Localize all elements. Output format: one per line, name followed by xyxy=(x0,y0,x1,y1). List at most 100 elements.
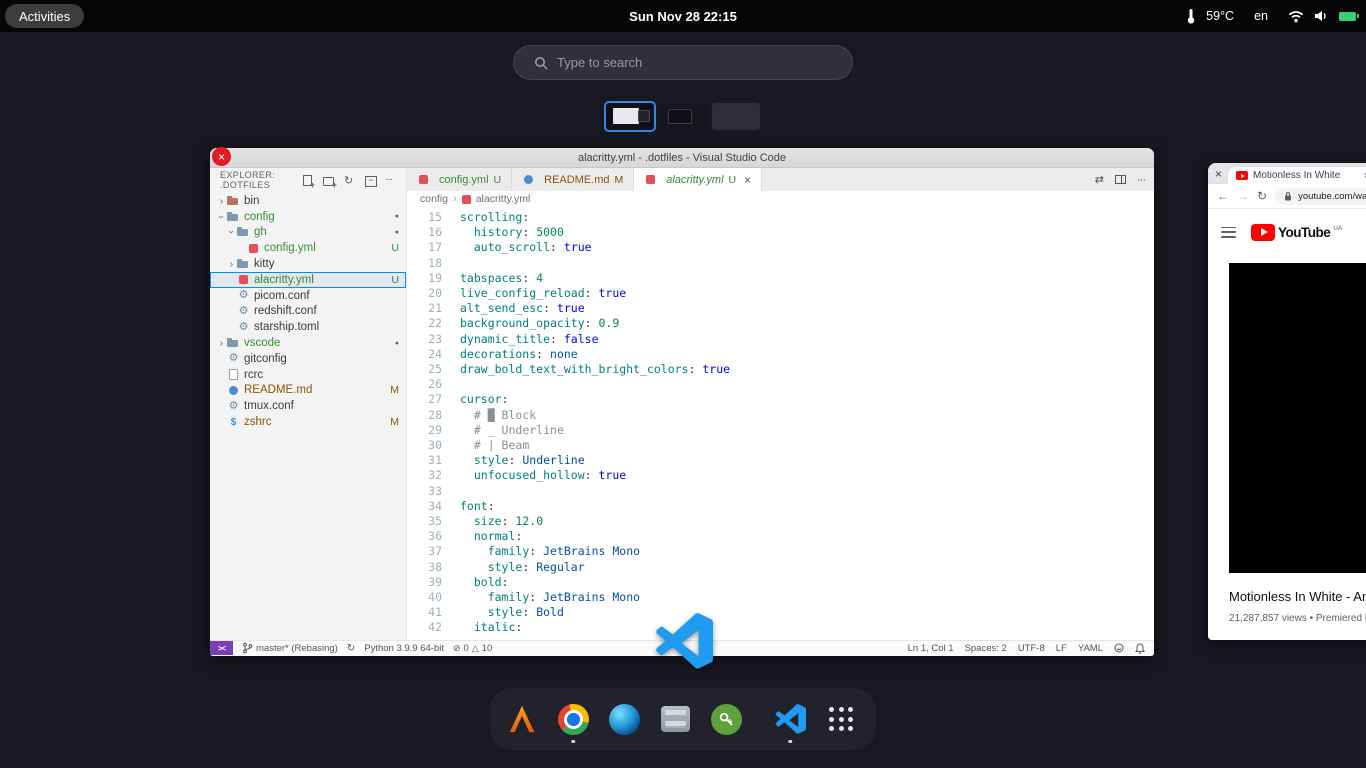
address-bar[interactable]: youtube.com/wa xyxy=(1275,188,1366,205)
status-area: 59°C en xyxy=(1186,0,1356,32)
dock-item-chrome[interactable] xyxy=(556,702,590,736)
code-line: 26 xyxy=(407,377,1154,392)
video-title: Motionless In White - Anot xyxy=(1229,589,1366,604)
overview-search[interactable] xyxy=(513,45,853,80)
git-branch-item[interactable]: master* (Rebasing) xyxy=(242,642,338,654)
tree-item-rcrc[interactable]: rcrc xyxy=(210,367,406,383)
explorer-header: EXPLORER: .DOTFILES xyxy=(210,168,406,192)
tree-item-picom.conf[interactable]: picom.conf xyxy=(210,288,406,304)
reload-icon[interactable]: ↻ xyxy=(1257,189,1267,203)
workspace-thumbnail-1[interactable] xyxy=(606,103,654,130)
remote-indicator[interactable]: >< xyxy=(210,641,233,655)
folder-icon xyxy=(227,195,240,207)
apps-grid-icon xyxy=(829,707,853,731)
tab-README.md[interactable]: README.mdM xyxy=(512,168,634,191)
indentation[interactable]: Spaces: 2 xyxy=(965,643,1007,654)
tree-item-kitty[interactable]: kitty xyxy=(210,256,406,272)
dock-item-alacritty[interactable] xyxy=(505,702,539,736)
gear-icon xyxy=(237,321,250,333)
refresh-explorer-icon[interactable] xyxy=(343,174,356,187)
dock-item-files[interactable] xyxy=(658,702,692,736)
close-window-vscode-icon[interactable] xyxy=(212,147,231,166)
dock-item-vscode[interactable] xyxy=(773,702,807,736)
line-number: 24 xyxy=(407,347,457,362)
tree-item-starship.toml[interactable]: starship.toml xyxy=(210,319,406,335)
close-tab-icon[interactable]: × xyxy=(744,173,751,187)
git-status-badge: ● xyxy=(395,213,399,220)
language-mode[interactable]: YAML xyxy=(1078,643,1103,654)
file-tree: binconfig●gh●config.ymlUkittyalacritty.y… xyxy=(210,192,406,640)
vscode-titlebar: alacritty.yml - .dotfiles - Visual Studi… xyxy=(210,148,1154,168)
forward-icon[interactable]: → xyxy=(1237,189,1249,203)
battery-icon xyxy=(1339,12,1356,21)
video-player[interactable] xyxy=(1229,263,1366,573)
split-editor-icon[interactable] xyxy=(1115,175,1126,184)
new-folder-icon[interactable] xyxy=(322,174,335,187)
tree-item-bin[interactable]: bin xyxy=(210,193,406,209)
gnome-overview: Activities Sun Nov 28 22:15 59°C en xyxy=(0,0,1366,768)
new-file-icon[interactable] xyxy=(301,174,314,187)
search-input[interactable] xyxy=(557,55,842,70)
temperature-indicator[interactable]: 59°C xyxy=(1186,8,1234,24)
tree-item-zshrc[interactable]: zshrcM xyxy=(210,414,406,430)
line-number: 23 xyxy=(407,332,457,347)
cursor-position[interactable]: Ln 1, Col 1 xyxy=(908,643,954,654)
encoding[interactable]: UTF-8 xyxy=(1018,643,1045,654)
tree-item-README.md[interactable]: README.mdM xyxy=(210,383,406,399)
tree-item-config.yml[interactable]: config.ymlU xyxy=(210,240,406,256)
gear-icon xyxy=(227,353,240,365)
breadcrumb-folder[interactable]: config xyxy=(420,193,448,205)
line-number: 30 xyxy=(407,438,457,453)
folder-icon xyxy=(237,226,250,238)
collapse-folders-icon[interactable] xyxy=(364,174,377,187)
edge-icon xyxy=(609,704,640,735)
vscode-window[interactable]: alacritty.yml - .dotfiles - Visual Studi… xyxy=(210,148,1154,656)
feedback-icon[interactable] xyxy=(1114,643,1124,653)
show-applications-button[interactable] xyxy=(824,702,858,736)
editor-more-actions-icon[interactable] xyxy=(1137,174,1145,186)
chrome-tab[interactable]: Motionless In White × xyxy=(1228,167,1366,184)
breadcrumb[interactable]: config › alacritty.yml xyxy=(407,191,1154,207)
system-menu[interactable] xyxy=(1288,10,1356,23)
chrome-tab-title: Motionless In White xyxy=(1253,170,1359,181)
tree-item-gh[interactable]: gh● xyxy=(210,225,406,241)
explorer-more-actions-icon[interactable] xyxy=(385,174,398,187)
tree-item-vscode[interactable]: vscode● xyxy=(210,335,406,351)
workspace-thumbnail-3[interactable] xyxy=(712,103,760,130)
tree-item-alacritty.yml[interactable]: alacritty.ymlU xyxy=(210,272,406,288)
notifications-bell-icon[interactable] xyxy=(1135,643,1145,654)
tree-item-redshift.conf[interactable]: redshift.conf xyxy=(210,304,406,320)
toggle-editor-icon[interactable] xyxy=(1095,173,1104,186)
back-icon[interactable]: ← xyxy=(1217,189,1229,203)
padlock-icon xyxy=(1283,191,1293,202)
alacritty-icon xyxy=(507,704,537,734)
workspace-thumbnail-2[interactable] xyxy=(659,103,707,130)
code-line: 25draw_bold_text_with_bright_colors: tru… xyxy=(407,362,1154,377)
tree-item-tmux.conf[interactable]: tmux.conf xyxy=(210,398,406,414)
tree-item-config[interactable]: config● xyxy=(210,209,406,225)
activities-button[interactable]: Activities xyxy=(5,4,84,28)
keyboard-layout[interactable]: en xyxy=(1254,9,1268,23)
code-line: 32 unfocused_hollow: true xyxy=(407,468,1154,483)
tab-alacritty.yml[interactable]: alacritty.ymlU× xyxy=(634,168,762,191)
line-number: 40 xyxy=(407,590,457,605)
git-status-badge: ● xyxy=(395,340,399,347)
hamburger-menu-icon[interactable] xyxy=(1221,227,1236,238)
eol-type[interactable]: LF xyxy=(1056,643,1067,654)
dock-item-keepassxc[interactable] xyxy=(709,702,743,736)
python-interpreter[interactable]: Python 3.9.9 64-bit xyxy=(364,643,444,654)
dock-item-edge[interactable] xyxy=(607,702,641,736)
breadcrumb-file[interactable]: alacritty.yml xyxy=(476,193,531,205)
code-line: 27cursor: xyxy=(407,392,1154,407)
problems-item[interactable]: 0 10 xyxy=(453,643,492,654)
line-number: 18 xyxy=(407,256,457,271)
tab-config.yml[interactable]: config.ymlU xyxy=(407,168,512,191)
close-window-chrome-icon[interactable] xyxy=(1209,164,1228,183)
code-editor[interactable]: 15scrolling:16 history: 500017 auto_scro… xyxy=(407,207,1154,640)
clock[interactable]: Sun Nov 28 22:15 xyxy=(629,0,737,32)
youtube-logo[interactable]: YouTube UA xyxy=(1251,224,1342,241)
sync-icon[interactable] xyxy=(347,643,355,654)
tree-item-gitconfig[interactable]: gitconfig xyxy=(210,351,406,367)
running-indicator xyxy=(571,740,575,744)
chrome-window[interactable]: Motionless In White × ← → ↻ youtube.com/… xyxy=(1208,163,1366,640)
